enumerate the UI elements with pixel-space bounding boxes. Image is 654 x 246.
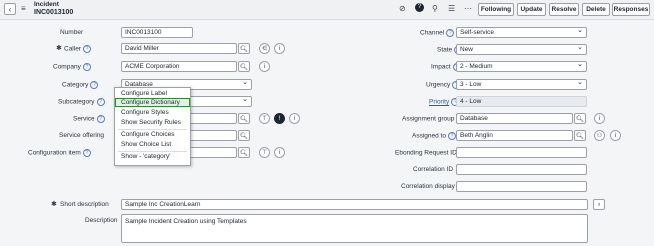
menu-item-show-choice-list[interactable]: Show Choice List [121, 141, 171, 148]
update-button[interactable]: Update [517, 3, 546, 16]
correlation-id-label: Correlation ID [413, 166, 454, 173]
assign-user-icon[interactable]: ⚇ [594, 130, 605, 141]
field-context-menu: Configure Label Configure Dictionary Con… [114, 87, 191, 166]
assigned-to-field[interactable]: Beth Anglin [456, 130, 573, 141]
search-icon[interactable]: 🔍︎ [238, 130, 250, 141]
form-header: ‹ ≡ Incident INC0013100 ⊘ ? ⚲ ☰ ⋯ Follow… [0, 0, 654, 20]
channel-select[interactable]: Self-service [456, 27, 587, 38]
service-offering-label: Service offering [59, 132, 105, 139]
question-icon[interactable]: ? [415, 3, 424, 12]
company-field[interactable]: ACME Corporation [121, 61, 237, 72]
hamburger-menu-icon[interactable]: ≡ [21, 4, 26, 13]
priority-field: 4 - Low [456, 96, 587, 107]
lightbulb-icon[interactable]: ♁ [593, 199, 605, 210]
resolve-button[interactable]: Resolve [549, 3, 579, 16]
number-field[interactable]: INC0013100 [121, 27, 193, 38]
help-icon[interactable]: ? [82, 45, 91, 53]
assignment-group-field[interactable]: Database [456, 113, 573, 124]
hierarchy-icon[interactable]: ⊤ [259, 113, 270, 124]
menu-item-show-security-rules[interactable]: Show Security Rules [121, 119, 181, 126]
help-icon[interactable]: ? [90, 81, 99, 89]
category-label: Category? [62, 81, 99, 89]
help-icon[interactable]: ? [96, 98, 105, 106]
required-asterisk: ✱ [56, 45, 62, 52]
info-icon[interactable]: i [289, 113, 300, 124]
paperclip-icon[interactable]: ⊘ [399, 4, 406, 13]
more-icon[interactable]: ⋯ [464, 4, 472, 13]
info-icon[interactable]: i [259, 61, 270, 72]
search-icon[interactable]: 🔍︎ [238, 61, 250, 72]
info-icon[interactable]: i [594, 113, 605, 124]
correlation-display-label: Correlation display [401, 183, 455, 190]
caller-field[interactable]: David Miller [121, 43, 237, 54]
required-asterisk: ✱ [51, 201, 57, 208]
record-number: INC0013100 [34, 9, 74, 16]
help-icon[interactable]: ? [82, 149, 91, 157]
search-icon[interactable]: 🔍︎ [238, 113, 250, 124]
hierarchy-icon[interactable]: ⊤ [259, 147, 270, 158]
info-icon[interactable]: i [274, 43, 285, 54]
menu-item-configure-choices[interactable]: Configure Choices [121, 131, 174, 138]
caller-label: Caller? [64, 45, 91, 53]
menu-item-configure-styles[interactable]: Configure Styles [121, 109, 169, 116]
correlation-display-field[interactable] [456, 181, 587, 192]
info-icon[interactable]: i [610, 130, 621, 141]
state-select[interactable]: New [456, 44, 587, 55]
impact-select[interactable]: 2 - Medium [456, 61, 587, 72]
settings-icon[interactable]: ☰ [448, 4, 455, 13]
menu-separator [118, 151, 187, 152]
ebonding-field[interactable] [456, 147, 587, 158]
menu-item-configure-dictionary[interactable]: Configure Dictionary [115, 98, 190, 107]
help-icon[interactable]: ? [82, 63, 91, 71]
share-icon[interactable]: ⋲ [259, 43, 270, 54]
delete-button[interactable]: Delete [582, 3, 610, 16]
menu-item-configure-label[interactable]: Configure Label [121, 90, 167, 97]
responses-button[interactable]: Responses [612, 3, 650, 16]
channel-label: Channel? [420, 29, 455, 37]
help-icon[interactable]: ? [447, 132, 456, 140]
correlation-id-field[interactable] [456, 164, 587, 175]
chevron-left-icon: ‹ [8, 4, 12, 14]
short-description-field[interactable]: Sample Inc CreationLearn [121, 199, 588, 210]
search-icon[interactable]: 🔍︎ [574, 130, 586, 141]
search-icon[interactable]: 🔍︎ [574, 113, 586, 124]
following-button[interactable]: Following [478, 3, 514, 16]
priority-label: Priority? [429, 98, 460, 106]
back-button[interactable]: ‹ [4, 3, 16, 15]
alert-icon[interactable]: ! [274, 113, 285, 124]
configuration-item-label: Configuration item? [28, 149, 91, 157]
menu-item-show-category[interactable]: Show - 'category' [121, 153, 170, 160]
description-label: Description [85, 217, 118, 224]
menu-separator [118, 129, 187, 130]
help-icon[interactable]: ? [96, 115, 105, 123]
info-icon[interactable]: i [274, 147, 285, 158]
search-icon[interactable]: 🔍︎ [238, 147, 250, 158]
description-textarea[interactable]: Sample Incident Creation using Templates [121, 214, 588, 243]
service-label: Service? [73, 115, 105, 123]
help-icon[interactable]: ? [446, 29, 455, 37]
search-icon[interactable]: 🔍︎ [238, 43, 250, 54]
number-label: Number [60, 29, 84, 36]
record-type: Incident [34, 1, 59, 8]
urgency-select[interactable]: 3 - Low [456, 79, 587, 90]
activity-icon[interactable]: ⚲ [432, 4, 438, 13]
assigned-to-label: Assigned to? [412, 132, 456, 140]
company-label: Company? [53, 63, 91, 71]
short-description-label: Short description [60, 201, 109, 208]
subcategory-label: Subcategory? [58, 98, 105, 106]
record-title: Incident INC0013100 [34, 1, 73, 17]
